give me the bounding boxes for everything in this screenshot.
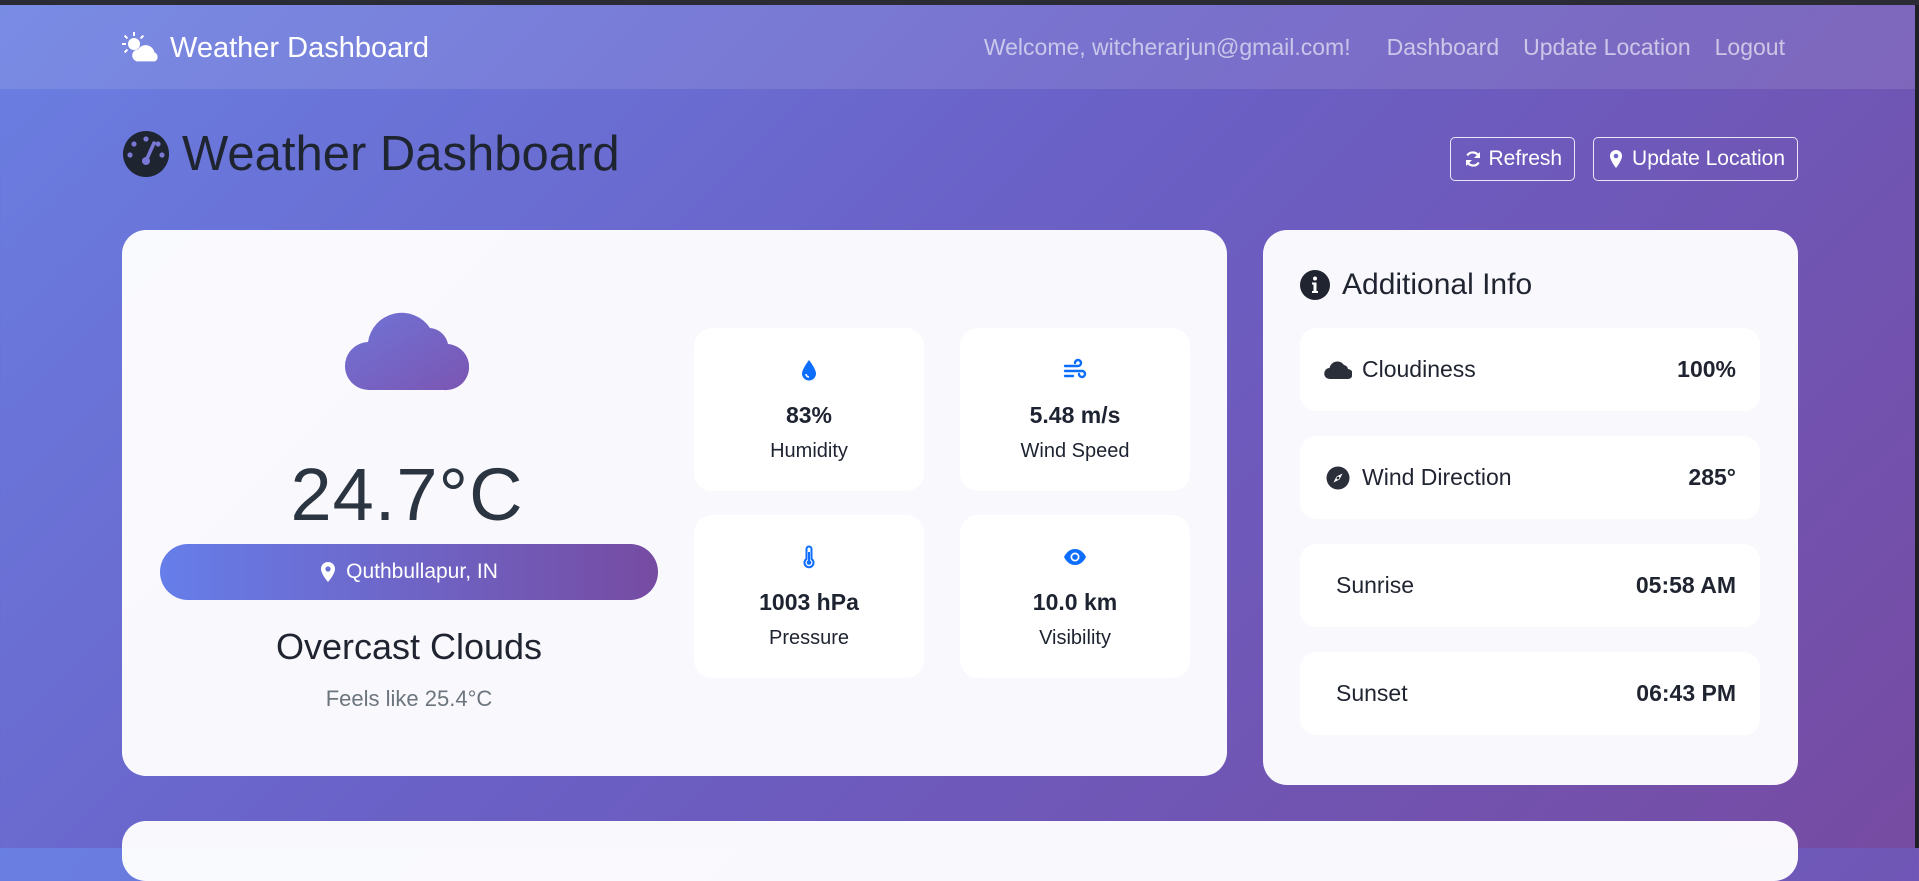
humidity-value: 83% [785,402,833,428]
sun-cloud-icon [122,32,158,62]
stat-wind-speed: 5.48 m/s Wind Speed [960,328,1190,491]
thermometer-icon [803,545,815,569]
eye-icon [1064,549,1086,565]
additional-info-header: Additional Info [1300,268,1532,302]
brand-title: Weather Dashboard [170,31,430,64]
stat-humidity: 83% Humidity [694,328,924,491]
location-badge: Quthbullapur, IN [160,544,658,600]
temperature: 24.7°C [290,453,524,536]
cloud-icon [344,312,469,391]
stat-visibility: 10.0 km Visibility [960,515,1190,678]
droplet-icon [802,360,816,381]
brand-link[interactable]: Weather Dashboard [122,31,429,65]
weather-description: Overcast Clouds [275,626,543,667]
visibility-label: Visibility [1039,627,1111,649]
wind-direction-label: Wind Direction [1362,464,1512,490]
pressure-value: 1003 hPa [759,589,859,615]
info-row-wind-direction: Wind Direction 285° [1300,436,1760,519]
info-row-sunset: Sunset 06:43 PM [1300,652,1760,735]
map-pin-icon [1610,150,1623,168]
nav-logout-link[interactable]: Logout [1715,34,1785,61]
cloudiness-label: Cloudiness [1362,356,1476,382]
compass-icon [1326,466,1350,489]
current-weather-card: 24.7°C Quthbullapur, IN Overcast Clouds … [122,230,1227,776]
update-location-label: Update Location [1632,147,1785,170]
wind-icon [1063,358,1087,379]
welcome-text: Welcome, witcherarjun@gmail.com! [983,34,1351,60]
pressure-label: Pressure [768,627,850,649]
nav-update-location-link[interactable]: Update Location [1523,34,1691,61]
page-title: Weather Dashboard [182,127,620,181]
sunset-value: 06:43 PM [1636,680,1736,706]
additional-info-card: Additional Info Cloudiness 100% Wind Dir… [1263,230,1798,785]
refresh-button[interactable]: Refresh [1449,137,1576,181]
additional-info-title: Additional Info [1342,268,1533,301]
scrollbar[interactable] [1915,5,1919,848]
info-icon [1300,270,1330,300]
sunrise-value: 05:58 AM [1635,572,1736,598]
forecast-card [122,821,1798,881]
info-row-sunrise: Sunrise 05:58 AM [1300,544,1760,627]
humidity-label: Humidity [770,440,848,462]
sunset-label: Sunset [1336,680,1408,706]
map-pin-icon [321,562,336,582]
info-row-cloudiness: Cloudiness 100% [1300,328,1760,411]
nav-links: Welcome, witcherarjun@gmail.com! Dashboa… [984,34,1785,61]
wind-speed-label: Wind Speed [1020,440,1130,462]
header-actions: Refresh Update Location [1449,137,1798,181]
feels-like: Feels like 25.4°C [325,686,493,711]
update-location-button[interactable]: Update Location [1593,137,1798,181]
cloud-icon [1324,360,1352,379]
sunrise-label: Sunrise [1336,572,1414,598]
location-name: Quthbullapur, IN [346,560,498,583]
page-header: Weather Dashboard [122,126,620,182]
stat-pressure: 1003 hPa Pressure [694,515,924,678]
cloudiness-value: 100% [1677,356,1736,382]
nav-dashboard-link[interactable]: Dashboard [1387,34,1500,61]
wind-speed-value: 5.48 m/s [1029,402,1121,428]
refresh-icon [1465,151,1480,167]
visibility-value: 10.0 km [1032,589,1118,615]
gauge-icon [123,131,169,177]
refresh-label: Refresh [1488,147,1563,170]
wind-direction-value: 285° [1688,464,1736,490]
navbar: Weather Dashboard Welcome, witcherarjun@… [0,5,1915,89]
